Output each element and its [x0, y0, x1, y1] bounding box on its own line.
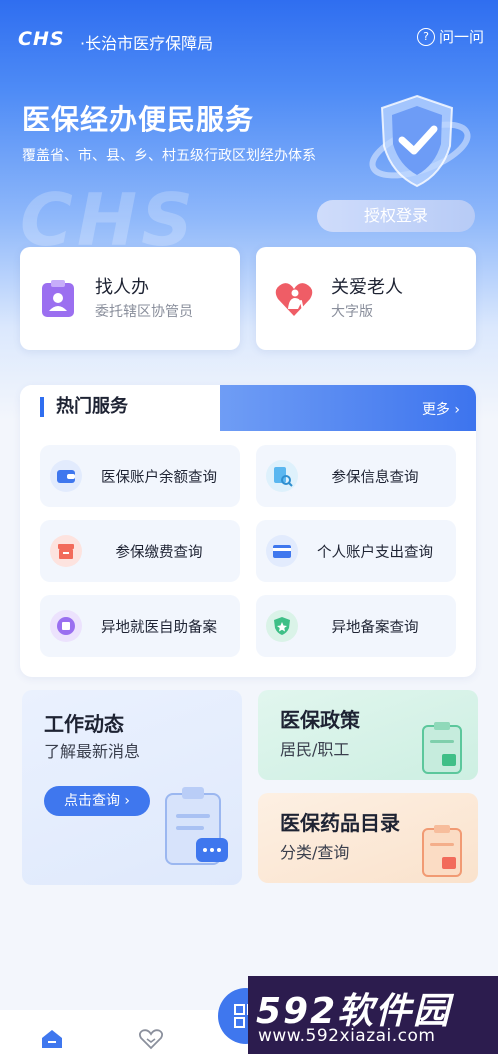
find-agent-title: 找人办	[95, 277, 149, 298]
drug-catalog-card[interactable]: 医保药品目录 分类/查询	[258, 793, 478, 883]
policy-card[interactable]: 医保政策 居民/职工	[258, 690, 478, 780]
watermark-brand: 592软件园 www.592xiazai.com	[248, 976, 498, 1054]
query-button[interactable]: 点击查询 ›	[44, 786, 150, 816]
heart-elder-icon	[275, 283, 313, 316]
service-label: 参保缴费查询	[115, 545, 203, 561]
shield-star-icon	[266, 610, 298, 642]
service-label: 异地备案查询	[331, 620, 419, 636]
work-news-title: 工作动态	[44, 712, 124, 736]
shield-check-icon	[369, 94, 471, 188]
record-badge-icon	[50, 610, 82, 642]
work-news-card[interactable]: 工作动态 了解最新消息 点击查询 ›	[22, 690, 242, 885]
service-remote-filing[interactable]: 异地就医自助备案	[40, 595, 240, 657]
service-label: 个人账户支出查询	[317, 545, 433, 561]
service-filing-query[interactable]: 异地备案查询	[256, 595, 456, 657]
work-news-subtitle: 了解最新消息	[44, 742, 141, 761]
service-payment-query[interactable]: 参保缴费查询	[40, 520, 240, 582]
help-button[interactable]: ? 问一问	[416, 26, 484, 47]
service-balance-query[interactable]: 医保账户余额查询	[40, 445, 240, 507]
top-bar: CHS ·长治市医疗保障局 ? 问一问	[0, 20, 498, 60]
bureau-name: ·长治市医疗保障局	[80, 34, 214, 53]
service-label: 异地就医自助备案	[101, 620, 217, 636]
card-icon	[266, 535, 298, 567]
question-icon: ?	[416, 27, 435, 46]
service-label: 医保账户余额查询	[101, 470, 217, 486]
elder-care-subtitle: 大字版	[331, 304, 373, 320]
favorite-heart-icon[interactable]	[138, 1028, 164, 1050]
document-search-icon	[266, 460, 298, 492]
hero-subtitle: 覆盖省、市、县、乡、村五级行政区划经办体系	[22, 148, 316, 164]
hot-services-panel: 热门服务 更多 › 医保账户余额查询 参保信息查询 参保缴费查询 个人账户支出查…	[20, 385, 476, 677]
find-agent-subtitle: 委托辖区协管员	[95, 304, 193, 320]
chs-logo: CHS	[18, 28, 65, 50]
elder-care-card[interactable]: 关爱老人 大字版	[256, 247, 476, 350]
policy-subtitle: 居民/职工	[280, 740, 350, 759]
hot-services-header: 热门服务 更多 ›	[20, 385, 476, 431]
wallet-icon	[50, 460, 82, 492]
authorize-login-button[interactable]: 授权登录	[317, 200, 475, 232]
service-insured-info[interactable]: 参保信息查询	[256, 445, 456, 507]
hot-services-title: 热门服务	[40, 397, 128, 417]
clipboard-policy-icon	[422, 722, 462, 774]
service-label: 参保信息查询	[331, 470, 419, 486]
clipboard-drug-icon	[422, 825, 462, 877]
find-agent-card[interactable]: 找人办 委托辖区协管员	[20, 247, 240, 350]
drug-catalog-title: 医保药品目录	[280, 811, 400, 835]
elder-care-title: 关爱老人	[331, 277, 403, 298]
payment-box-icon	[50, 535, 82, 567]
brand-url: www.592xiazai.com	[258, 1026, 436, 1046]
hero-title: 医保经办便民服务	[22, 103, 255, 136]
help-label: 问一问	[438, 28, 484, 46]
service-account-expense[interactable]: 个人账户支出查询	[256, 520, 456, 582]
clipboard-person-icon	[42, 280, 74, 317]
policy-title: 医保政策	[280, 708, 360, 732]
clipboard-chat-icon	[165, 787, 228, 865]
drug-catalog-subtitle: 分类/查询	[280, 843, 350, 862]
more-link[interactable]: 更多 ›	[422, 399, 460, 419]
home-icon[interactable]	[40, 1028, 64, 1050]
